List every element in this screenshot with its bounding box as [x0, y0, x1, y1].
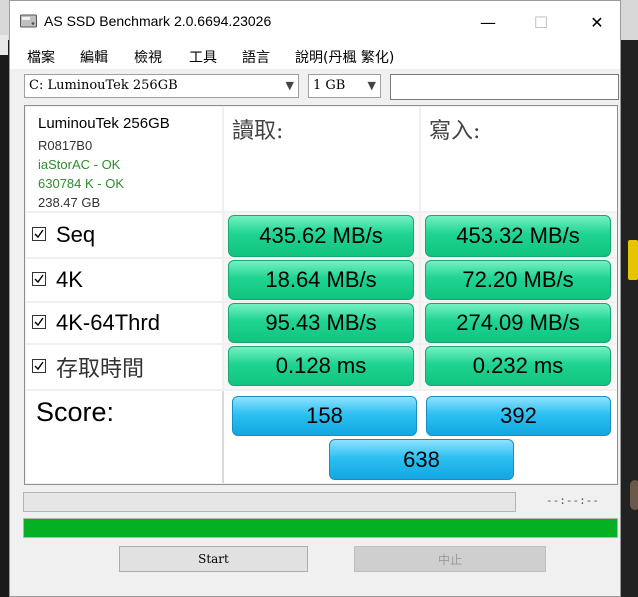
4k-64thrd-read-value: 95.43 MB/s	[228, 303, 414, 343]
4k-64thrd-checkbox[interactable]	[32, 315, 46, 329]
abort-button[interactable]: 中止	[354, 546, 546, 572]
disk-app-icon	[20, 14, 37, 28]
text-field[interactable]	[390, 74, 619, 100]
read-column-header: 讀取:	[224, 107, 419, 211]
menu-help[interactable]: 說明(丹楓 繁化)	[295, 47, 394, 67]
test-row-access-time: 存取時間	[26, 345, 222, 389]
minimize-button[interactable]: —	[465, 1, 511, 43]
background-dot	[630, 480, 638, 510]
test-row-4k: 4K	[26, 259, 222, 301]
write-header-label: 寫入:	[429, 119, 481, 144]
4k-checkbox[interactable]	[32, 272, 46, 286]
drive-select-value: C: LuminouTek 256GB	[29, 78, 178, 93]
checkmark-icon	[34, 361, 44, 371]
close-icon: ✕	[590, 12, 604, 32]
drive-firmware: R0817B0	[38, 138, 93, 153]
menu-edit[interactable]: 編輯	[80, 47, 108, 67]
maximize-icon: ☐	[533, 12, 549, 32]
alignment-status: 630784 K - OK	[38, 176, 124, 191]
size-select[interactable]: 1 GB ▼	[308, 74, 381, 98]
seq-read-value: 435.62 MB/s	[228, 215, 414, 257]
minimize-icon: —	[480, 12, 496, 32]
score-write: 392	[426, 396, 611, 436]
seq-write-value: 453.32 MB/s	[425, 215, 611, 257]
score-divider	[222, 391, 224, 483]
access-time-label: 存取時間	[56, 357, 145, 382]
seq-checkbox[interactable]	[32, 227, 46, 241]
4k-label: 4K	[56, 267, 83, 292]
menu-bar: 檔案 編輯 檢視 工具 語言 說明(丹楓 繁化)	[10, 43, 620, 69]
drive-info: LuminouTek 256GB R0817B0 iaStorAC - OK 6…	[26, 107, 222, 211]
window-title: AS SSD Benchmark 2.0.6694.23026	[44, 13, 272, 29]
drive-select[interactable]: C: LuminouTek 256GB ▼	[24, 74, 299, 98]
title-bar: AS SSD Benchmark 2.0.6694.23026 — ☐ ✕	[10, 1, 620, 43]
seq-label: Seq	[56, 222, 96, 247]
4k-read-value: 18.64 MB/s	[228, 260, 414, 300]
4k-64thrd-label: 4K-64Thrd	[56, 310, 160, 335]
read-header-label: 讀取:	[232, 119, 284, 144]
start-button[interactable]: Start	[119, 546, 308, 572]
checkmark-icon	[34, 317, 44, 327]
menu-file[interactable]: 檔案	[27, 47, 55, 67]
checkmark-icon	[34, 274, 44, 284]
test-row-4k-64thrd: 4K-64Thrd	[26, 303, 222, 343]
background-right-edge	[620, 40, 638, 597]
total-progress-fill	[24, 519, 617, 537]
write-column-header: 寫入:	[421, 107, 617, 211]
score-total: 638	[329, 439, 514, 480]
size-select-value: 1 GB	[313, 78, 346, 93]
test-progress-bar	[23, 492, 516, 512]
access-time-checkbox[interactable]	[32, 359, 46, 373]
checkmark-icon	[34, 229, 44, 239]
chevron-down-icon: ▼	[285, 79, 294, 92]
close-button[interactable]: ✕	[574, 1, 620, 43]
driver-status: iaStorAC - OK	[38, 157, 121, 172]
menu-tools[interactable]: 工具	[189, 47, 217, 67]
background-yellow-shape	[628, 240, 638, 280]
as-ssd-window: AS SSD Benchmark 2.0.6694.23026 — ☐ ✕ 檔案…	[9, 0, 621, 597]
elapsed-time: --:--:--	[546, 494, 599, 507]
total-progress-bar	[23, 518, 618, 538]
4k-64thrd-write-value: 274.09 MB/s	[425, 303, 611, 343]
drive-capacity: 238.47 GB	[38, 195, 101, 210]
menu-language[interactable]: 語言	[242, 47, 270, 67]
drive-name: LuminouTek 256GB	[38, 115, 170, 132]
menu-view[interactable]: 檢視	[134, 47, 162, 67]
access-time-write-value: 0.232 ms	[425, 346, 611, 386]
score-label: Score:	[36, 397, 115, 427]
background-left-edge	[0, 35, 8, 55]
score-read: 158	[232, 396, 417, 436]
maximize-button[interactable]: ☐	[518, 1, 564, 43]
4k-write-value: 72.20 MB/s	[425, 260, 611, 300]
access-time-read-value: 0.128 ms	[228, 346, 414, 386]
chevron-down-icon: ▼	[367, 79, 376, 92]
test-row-seq: Seq	[26, 213, 222, 257]
